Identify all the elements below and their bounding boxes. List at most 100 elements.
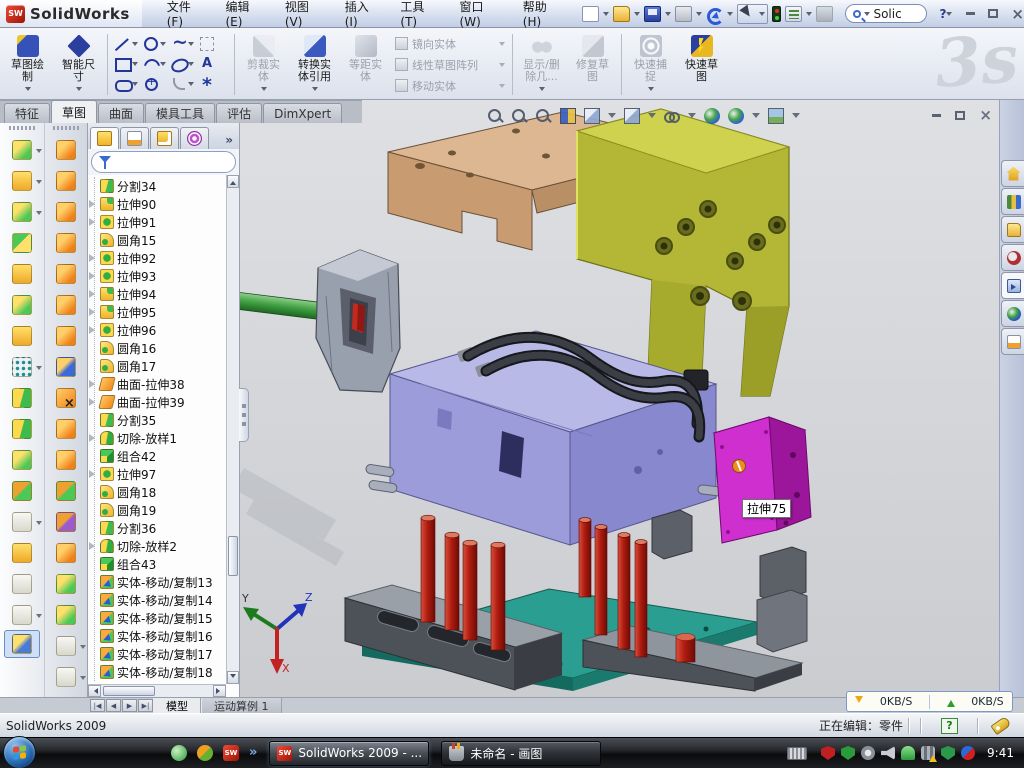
new-dropdown-icon[interactable] [603, 12, 609, 19]
fillet-button[interactable] [4, 196, 40, 227]
task-pane-solidworks-resources[interactable] [1001, 160, 1024, 187]
print-dropdown-icon[interactable] [696, 12, 702, 19]
scroll-left-icon[interactable] [88, 685, 101, 697]
options-list-icon[interactable] [785, 6, 802, 22]
security-shield-icon[interactable] [841, 746, 855, 760]
linear-pattern-button[interactable]: 线性草图阵列 [395, 57, 505, 73]
solidworks-icon[interactable]: SW [223, 745, 239, 761]
spline-icon[interactable] [171, 36, 186, 51]
tab-nav-last[interactable]: ▶| [138, 699, 153, 712]
reference-point-dropdown-icon[interactable] [36, 521, 42, 528]
view-orientation-icon[interactable] [584, 108, 600, 124]
close-icon[interactable]: × [1011, 9, 1024, 19]
scroll-thumb[interactable] [103, 686, 155, 696]
expand-arrow-icon[interactable] [89, 218, 95, 226]
exploded-mold-assembly[interactable]: Y Z X [240, 100, 1024, 697]
scroll-down-icon[interactable] [227, 671, 239, 684]
hide-show-items-icon[interactable] [664, 108, 680, 124]
cfillet-dropdown-icon[interactable] [188, 82, 194, 89]
tree-item[interactable]: 切除-放样2 [88, 537, 226, 555]
ellipse-icon[interactable] [171, 56, 186, 71]
tab-DimXpert[interactable]: DimXpert [263, 103, 342, 123]
tree-item[interactable]: 实体-移动/复制16 [88, 627, 226, 645]
tree-item[interactable]: 拉伸95 [88, 303, 226, 321]
tree-item[interactable]: 拉伸93 [88, 267, 226, 285]
shell-button[interactable] [4, 258, 40, 289]
extrude-boss-button[interactable] [4, 134, 40, 165]
tree-item[interactable]: 实体-移动/复制13 [88, 573, 226, 591]
apply-scene-dropdown-icon[interactable] [752, 113, 760, 122]
hide-show-items-dropdown-icon[interactable] [688, 113, 696, 122]
tab-评估[interactable]: 评估 [216, 103, 262, 123]
reference-plane-button[interactable] [4, 537, 40, 568]
green-guide-rod[interactable] [240, 291, 327, 320]
tree-item[interactable]: 组合42 [88, 447, 226, 465]
tree-vertical-scrollbar[interactable] [226, 175, 239, 684]
model-viewport[interactable]: Y Z X × 拉伸75 [240, 100, 1024, 697]
toolbar-grip[interactable] [53, 126, 79, 130]
tree-item[interactable]: 切除-放样1 [88, 429, 226, 447]
display-style-dropdown-icon[interactable] [648, 113, 656, 122]
previous-view-icon[interactable] [536, 108, 552, 124]
panel-expand-chevron[interactable]: » [221, 133, 237, 149]
tree-item[interactable]: 分割36 [88, 519, 226, 537]
undo-dropdown-icon[interactable] [727, 12, 733, 19]
doc-tab-model[interactable]: 模型 [153, 698, 201, 713]
rect-dropdown-icon[interactable] [132, 62, 138, 69]
view-orientation-dropdown-icon[interactable] [608, 113, 616, 122]
linear-pattern-button[interactable] [4, 351, 40, 382]
locating-pin-red[interactable] [676, 634, 695, 663]
instant3d-button[interactable] [4, 630, 40, 658]
stack-dropdown-icon[interactable] [499, 84, 505, 91]
tag-icon[interactable] [990, 716, 1011, 735]
task-pane-appearances-scenes[interactable] [1001, 300, 1024, 327]
task-pane-file-explorer[interactable] [1001, 216, 1024, 243]
new-document-icon[interactable] [582, 6, 599, 22]
task-pane-search-results[interactable] [1001, 244, 1024, 271]
messenger-icon[interactable] [171, 745, 187, 761]
tree-item[interactable]: 圆角16 [88, 339, 226, 357]
network-warning-icon[interactable] [921, 746, 935, 760]
circle-icon[interactable] [143, 36, 158, 51]
help-button[interactable]: ? [939, 7, 946, 21]
support-block[interactable] [652, 510, 692, 559]
stack-dropdown-icon[interactable] [499, 42, 505, 49]
hole-wizard-button[interactable] [4, 320, 40, 351]
helix-button[interactable] [4, 599, 40, 630]
tree-item[interactable]: 拉伸97 [88, 465, 226, 483]
volume-icon[interactable] [881, 746, 895, 760]
view-settings-dropdown-icon[interactable] [792, 113, 800, 122]
scroll-up-icon[interactable] [227, 175, 239, 188]
apply-scene-icon[interactable] [728, 108, 744, 124]
insert-block-magenta[interactable] [714, 417, 811, 543]
menubar-item[interactable]: 窗口(W) [449, 0, 512, 33]
appearance-tool-icon[interactable] [816, 6, 833, 22]
save-icon[interactable] [644, 6, 661, 22]
surface-helix-dropdown-icon[interactable] [80, 676, 86, 683]
lofted-surface-button[interactable] [48, 227, 84, 258]
arc-dropdown-icon[interactable] [160, 62, 166, 69]
doc-close-icon[interactable]: × [979, 110, 992, 120]
mirror-entities-button[interactable]: 镜向实体 [395, 36, 505, 52]
move-copy-body-button[interactable] [4, 475, 40, 506]
tab-dimxpert-manager[interactable] [180, 127, 209, 149]
split-2-button[interactable] [4, 413, 40, 444]
defender-plus-icon[interactable] [941, 746, 955, 760]
task-pane-view-palette[interactable] [1001, 272, 1024, 299]
tree-item[interactable]: 圆角18 [88, 483, 226, 501]
tree-item[interactable]: 拉伸90 [88, 195, 226, 213]
scroll-thumb[interactable] [228, 536, 238, 576]
expand-arrow-icon[interactable] [89, 470, 95, 478]
slot-icon[interactable] [115, 76, 130, 91]
tree-item[interactable]: 实体-移动/复制15 [88, 609, 226, 627]
display-style-icon[interactable] [624, 108, 640, 124]
selbox-icon[interactable] [199, 36, 214, 51]
tab-草图[interactable]: 草图 [51, 100, 97, 123]
dim-button[interactable]: 智能尺寸 [53, 30, 104, 99]
extrude-cut-dropdown-icon[interactable] [36, 180, 42, 187]
antivirus-shield-icon[interactable] [821, 746, 835, 760]
boundary-surface-button[interactable] [48, 258, 84, 289]
task-pane-design-library[interactable] [1001, 188, 1024, 215]
panel-splitter-handle[interactable] [239, 388, 249, 442]
expand-arrow-icon[interactable] [89, 380, 95, 388]
